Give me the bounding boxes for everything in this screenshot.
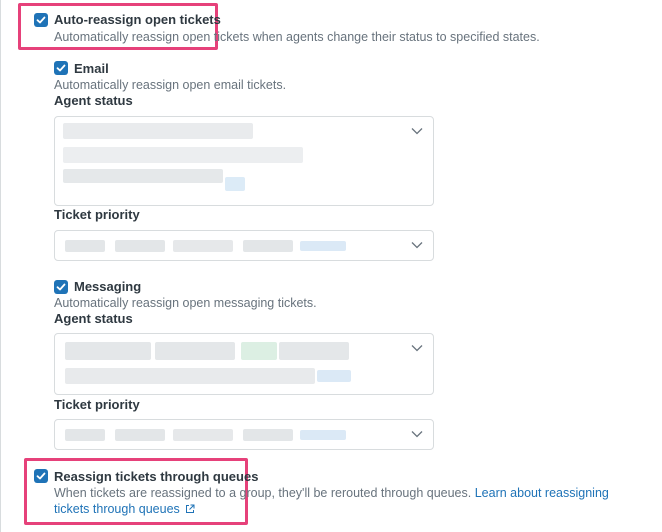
auto-reassign-checkbox[interactable] — [34, 13, 48, 27]
redacted-value — [225, 177, 245, 191]
chevron-down-icon — [411, 345, 423, 352]
queues-checkbox[interactable] — [34, 469, 48, 483]
redacted-value — [317, 370, 351, 382]
auto-reassign-hint: Automatically reassign open tickets when… — [54, 30, 540, 44]
messaging-ticket-priority-select[interactable] — [54, 419, 434, 450]
email-hint: Automatically reassign open email ticket… — [54, 78, 287, 92]
redacted-value — [173, 429, 233, 441]
learn-more-link-continued[interactable]: tickets through queues — [54, 502, 180, 516]
email-agent-status-select[interactable] — [54, 116, 434, 206]
checkmark-icon — [36, 16, 46, 24]
redacted-value — [63, 169, 223, 183]
checkmark-icon — [56, 283, 66, 291]
redacted-value — [65, 342, 151, 360]
messaging-ticket-priority-label: Ticket priority — [54, 397, 140, 412]
queues-hint-text: When tickets are reassigned to a group, … — [54, 486, 472, 500]
email-ticket-priority-select[interactable] — [54, 230, 434, 261]
redacted-value — [115, 429, 165, 441]
learn-more-link[interactable]: Learn about reassigning — [475, 486, 609, 500]
page-left-border — [0, 0, 1, 532]
redacted-value — [243, 429, 293, 441]
checkmark-icon — [36, 472, 46, 480]
external-link-icon — [186, 504, 195, 513]
messaging-checkbox[interactable] — [54, 280, 68, 294]
redacted-value — [115, 240, 165, 252]
redacted-value — [300, 430, 346, 440]
redacted-value — [173, 240, 233, 252]
redacted-value — [65, 368, 315, 384]
email-agent-status-label: Agent status — [54, 93, 133, 108]
chevron-down-icon — [411, 128, 423, 135]
redacted-value — [65, 240, 105, 252]
redacted-value — [65, 429, 105, 441]
queues-hint: When tickets are reassigned to a group, … — [54, 486, 609, 500]
auto-reassign-label[interactable]: Auto-reassign open tickets — [54, 12, 221, 27]
queues-label[interactable]: Reassign tickets through queues — [54, 469, 258, 484]
redacted-value — [279, 342, 349, 360]
chevron-down-icon — [411, 242, 423, 249]
redacted-value — [241, 342, 277, 360]
queues-link-line2[interactable]: tickets through queues — [54, 502, 195, 516]
messaging-label[interactable]: Messaging — [74, 279, 141, 294]
email-ticket-priority-label: Ticket priority — [54, 207, 140, 222]
email-label[interactable]: Email — [74, 61, 109, 76]
redacted-value — [243, 240, 293, 252]
chevron-down-icon — [411, 431, 423, 438]
redacted-value — [155, 342, 235, 360]
redacted-value — [63, 147, 303, 163]
messaging-agent-status-label: Agent status — [54, 311, 133, 326]
messaging-agent-status-select[interactable] — [54, 333, 434, 395]
checkmark-icon — [56, 64, 66, 72]
email-checkbox[interactable] — [54, 61, 68, 75]
redacted-value — [63, 123, 253, 139]
redacted-value — [300, 241, 346, 251]
messaging-hint: Automatically reassign open messaging ti… — [54, 296, 317, 310]
